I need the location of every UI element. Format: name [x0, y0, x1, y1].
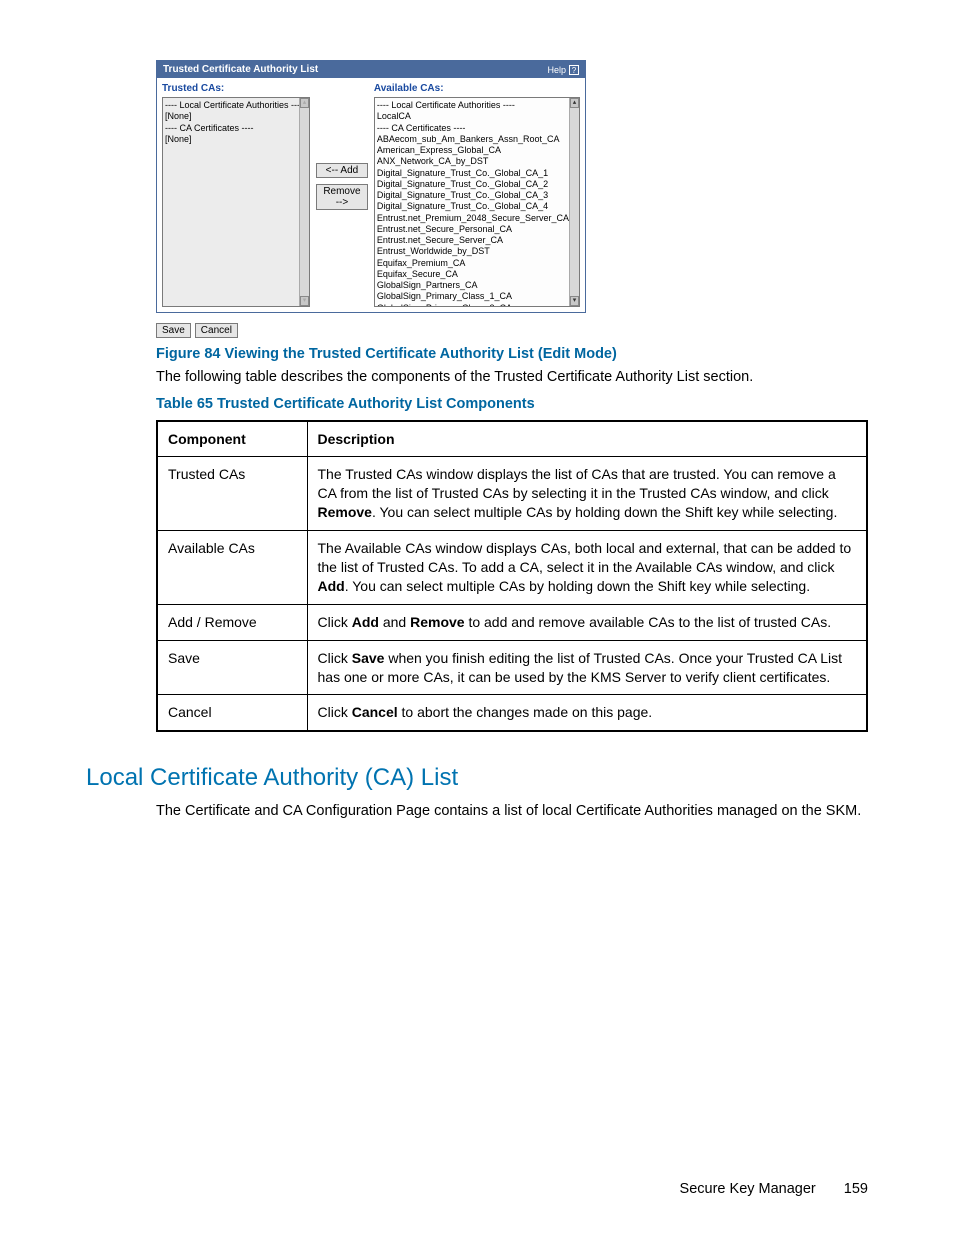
list-item[interactable]: Digital_Signature_Trust_Co._Global_CA_2	[377, 179, 569, 190]
list-item[interactable]: ---- Local Certificate Authorities ----	[377, 100, 569, 111]
list-item[interactable]: Digital_Signature_Trust_Co._Global_CA_1	[377, 168, 569, 179]
list-item[interactable]: Digital_Signature_Trust_Co._Global_CA_3	[377, 190, 569, 201]
list-item[interactable]: GlobalSign_Primary_Class_2_CA	[377, 303, 569, 308]
list-item[interactable]: American_Express_Global_CA	[377, 145, 569, 156]
table-caption: Table 65 Trusted Certificate Authority L…	[156, 396, 868, 412]
component-cell: Save	[157, 640, 307, 695]
list-item[interactable]: GlobalSign_Primary_Class_1_CA	[377, 291, 569, 302]
scrollbar: ▴ ▾	[299, 98, 309, 306]
cancel-button[interactable]: Cancel	[195, 323, 238, 338]
scroll-up-icon: ▴	[300, 98, 309, 108]
list-item[interactable]: ---- Local Certificate Authorities ----	[165, 100, 299, 111]
intro-text: The following table describes the compon…	[156, 368, 868, 388]
help-icon: ?	[569, 65, 579, 75]
scroll-down-icon[interactable]: ▾	[570, 296, 579, 306]
remove-button[interactable]: Remove -->	[316, 184, 368, 210]
help-link[interactable]: Help ?	[547, 65, 579, 75]
col-header-component: Component	[157, 421, 307, 457]
list-item[interactable]: GlobalSign_Partners_CA	[377, 280, 569, 291]
list-item[interactable]: ABAecom_sub_Am_Bankers_Assn_Root_CA	[377, 134, 569, 145]
list-item[interactable]: Entrust_Worldwide_by_DST	[377, 246, 569, 257]
table-row: SaveClick Save when you finish editing t…	[157, 640, 867, 695]
trusted-ca-panel: Trusted Certificate Authority List Help …	[156, 60, 586, 313]
trusted-cas-label: Trusted CAs:	[162, 83, 310, 94]
section-heading: Local Certificate Authority (CA) List	[86, 764, 868, 792]
list-item[interactable]: Digital_Signature_Trust_Co._Global_CA_4	[377, 201, 569, 212]
list-item[interactable]: Equifax_Premium_CA	[377, 258, 569, 269]
description-cell: Click Cancel to abort the changes made o…	[307, 695, 867, 731]
footer-page: 159	[844, 1181, 868, 1197]
description-cell: The Available CAs window displays CAs, b…	[307, 531, 867, 605]
figure-caption: Figure 84 Viewing the Trusted Certificat…	[156, 346, 868, 362]
list-item[interactable]: ---- CA Certificates ----	[165, 123, 299, 134]
component-cell: Add / Remove	[157, 604, 307, 640]
component-cell: Available CAs	[157, 531, 307, 605]
trusted-cas-listbox[interactable]: ---- Local Certificate Authorities ----[…	[162, 97, 310, 307]
scrollbar[interactable]: ▴ ▾	[569, 98, 579, 306]
list-item[interactable]: [None]	[165, 111, 299, 122]
panel-header: Trusted Certificate Authority List Help …	[157, 61, 585, 78]
list-item[interactable]: Entrust.net_Secure_Server_CA	[377, 235, 569, 246]
list-item[interactable]: LocalCA	[377, 111, 569, 122]
list-item[interactable]: ANX_Network_CA_by_DST	[377, 156, 569, 167]
list-item[interactable]: ---- CA Certificates ----	[377, 123, 569, 134]
save-button[interactable]: Save	[156, 323, 191, 338]
available-cas-listbox[interactable]: ---- Local Certificate Authorities ----L…	[374, 97, 580, 307]
add-button[interactable]: <-- Add	[316, 163, 368, 178]
table-row: Add / RemoveClick Add and Remove to add …	[157, 604, 867, 640]
available-cas-label: Available CAs:	[374, 83, 580, 94]
list-item[interactable]: Entrust.net_Secure_Personal_CA	[377, 224, 569, 235]
section-body: The Certificate and CA Configuration Pag…	[156, 802, 868, 822]
panel-title: Trusted Certificate Authority List	[163, 64, 318, 75]
col-header-description: Description	[307, 421, 867, 457]
components-table: Component Description Trusted CAsThe Tru…	[156, 420, 868, 733]
list-item[interactable]: [None]	[165, 134, 299, 145]
description-cell: The Trusted CAs window displays the list…	[307, 457, 867, 531]
page-footer: Secure Key Manager 159	[680, 1181, 868, 1197]
description-cell: Click Save when you finish editing the l…	[307, 640, 867, 695]
description-cell: Click Add and Remove to add and remove a…	[307, 604, 867, 640]
scroll-down-icon: ▾	[300, 296, 309, 306]
scroll-up-icon[interactable]: ▴	[570, 98, 579, 108]
table-row: CancelClick Cancel to abort the changes …	[157, 695, 867, 731]
component-cell: Trusted CAs	[157, 457, 307, 531]
list-item[interactable]: Entrust.net_Premium_2048_Secure_Server_C…	[377, 213, 569, 224]
table-row: Available CAsThe Available CAs window di…	[157, 531, 867, 605]
footer-doc: Secure Key Manager	[680, 1181, 816, 1197]
list-item[interactable]: Equifax_Secure_CA	[377, 269, 569, 280]
component-cell: Cancel	[157, 695, 307, 731]
table-row: Trusted CAsThe Trusted CAs window displa…	[157, 457, 867, 531]
